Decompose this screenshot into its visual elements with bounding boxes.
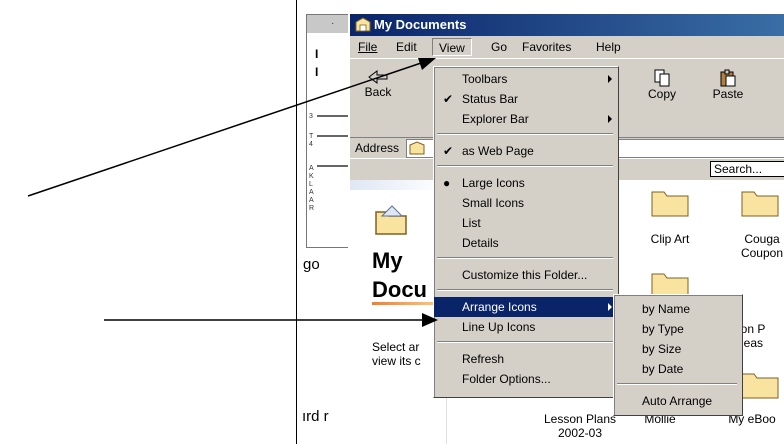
- address-label: Address: [355, 141, 400, 155]
- menu-item-label: Details: [462, 236, 499, 250]
- menu-item-label: by Size: [642, 342, 682, 356]
- menu-item-label: by Date: [642, 362, 684, 376]
- copy-button-label: Copy: [647, 87, 676, 101]
- menu-file-label: File: [358, 40, 378, 54]
- document-text-rd: ırd r: [302, 408, 329, 425]
- menu-separator: [437, 165, 613, 167]
- menu-separator: [437, 341, 613, 343]
- copy-button[interactable]: Copy: [642, 69, 682, 101]
- menu-bar: File Edit View Go Favorites Help: [350, 36, 784, 58]
- folder-label-lesson-plans[interactable]: Lesson Plans 2002-03: [540, 412, 620, 440]
- menu-edit[interactable]: Edit: [396, 40, 417, 54]
- menu-item-label: Folder Options...: [462, 372, 551, 386]
- document-text-go: go: [303, 256, 320, 273]
- submenu-arrow-icon: [608, 75, 612, 83]
- back-arrow-icon: [368, 70, 388, 84]
- menu-item-label: Status Bar: [462, 92, 519, 106]
- open-folder-icon: [375, 205, 407, 235]
- menu-separator: [437, 289, 613, 291]
- menu-favorites[interactable]: Favorites: [522, 40, 571, 54]
- menu-item-as-web-page[interactable]: ✔ as Web Page: [434, 141, 618, 161]
- menu-item-details[interactable]: Details: [434, 233, 618, 253]
- menu-item-label: as Web Page: [462, 144, 534, 158]
- menu-separator: [437, 133, 613, 135]
- search-input[interactable]: Search...: [710, 161, 784, 177]
- menu-item-toolbars[interactable]: Toolbars: [434, 69, 618, 89]
- submenu-arrow-icon: [608, 303, 612, 311]
- address-folder-icon: [409, 141, 425, 155]
- folder-icon[interactable]: [650, 188, 690, 218]
- menu-item-label: Auto Arrange: [642, 394, 713, 408]
- menu-separator: [617, 383, 737, 385]
- paste-button[interactable]: Paste: [706, 69, 750, 101]
- thumbnail-text: T 4: [309, 133, 314, 148]
- panel-title-line1: My: [372, 248, 403, 273]
- folder-icon[interactable]: [740, 188, 780, 218]
- panel-band: [350, 180, 446, 190]
- folder-label-clip-art[interactable]: Clip Art: [630, 232, 710, 246]
- check-icon: ✔: [443, 144, 454, 158]
- panel-description-line1: Select ar: [372, 340, 420, 354]
- submenu-arrow-icon: [608, 115, 612, 123]
- menu-item-status-bar[interactable]: ✔ Status Bar: [434, 89, 618, 109]
- submenu-item-by-date[interactable]: by Date: [614, 359, 742, 379]
- menu-item-label: Toolbars: [462, 72, 508, 86]
- panel-title-line2: Docu: [372, 277, 427, 302]
- menu-item-label: List: [462, 216, 481, 230]
- menu-item-arrange-icons[interactable]: Arrange Icons: [434, 297, 618, 317]
- menu-item-label: Arrange Icons: [462, 300, 537, 314]
- menu-item-label: Customize this Folder...: [462, 268, 588, 282]
- menu-item-folder-options[interactable]: Folder Options...: [434, 369, 618, 389]
- back-button[interactable]: Back: [358, 69, 398, 99]
- submenu-item-by-size[interactable]: by Size: [614, 339, 742, 359]
- menu-item-label: Large Icons: [462, 176, 525, 190]
- paste-icon: [720, 69, 736, 87]
- menu-item-customize-folder[interactable]: Customize this Folder...: [434, 265, 618, 285]
- menu-item-line-up-icons[interactable]: Line Up Icons: [434, 317, 618, 337]
- menu-item-label: by Name: [642, 302, 691, 316]
- submenu-item-by-name[interactable]: by Name: [614, 299, 742, 319]
- paste-button-label: Paste: [712, 87, 744, 101]
- check-icon: ✔: [443, 92, 454, 106]
- folder-icon[interactable]: [740, 370, 780, 400]
- menu-file[interactable]: File: [358, 40, 377, 54]
- title-bar[interactable]: My Documents: [350, 14, 784, 36]
- menu-view[interactable]: View: [432, 38, 472, 56]
- window-title: My Documents: [374, 17, 467, 32]
- my-documents-folder-icon: [355, 17, 371, 32]
- menu-item-label: Refresh: [462, 352, 505, 366]
- menu-item-label: by Type: [642, 322, 684, 336]
- menu-help[interactable]: Help: [596, 40, 621, 54]
- thumbnail-big-letter: I: [315, 47, 319, 61]
- thumbnail-text: 3: [309, 113, 313, 120]
- back-button-label: Back: [364, 85, 392, 99]
- thumbnail-big-letter: I: [315, 65, 319, 79]
- menu-item-label: Small Icons: [462, 196, 525, 210]
- radio-dot-icon: ●: [443, 176, 451, 190]
- menu-item-refresh[interactable]: Refresh: [434, 349, 618, 369]
- panel-description-line2: view its c: [372, 354, 421, 368]
- menu-go[interactable]: Go: [491, 40, 507, 54]
- submenu-item-auto-arrange[interactable]: Auto Arrange: [614, 391, 742, 411]
- menu-item-label: Line Up Icons: [462, 320, 536, 334]
- menu-item-small-icons[interactable]: Small Icons: [434, 193, 618, 213]
- menu-item-label: Explorer Bar: [462, 112, 529, 126]
- menu-item-explorer-bar[interactable]: Explorer Bar: [434, 109, 618, 129]
- folder-label-cougar[interactable]: Couga Coupon: [722, 232, 784, 260]
- view-menu: Toolbars ✔ Status Bar Explorer Bar ✔ as We…: [433, 66, 619, 398]
- thumbnail-text: A K L A A R: [309, 165, 315, 212]
- submenu-item-by-type[interactable]: by Type: [614, 319, 742, 339]
- menu-item-list[interactable]: List: [434, 213, 618, 233]
- menu-separator: [437, 257, 613, 259]
- copy-icon: [654, 69, 670, 87]
- thumbnail-dot-icon: ·: [331, 18, 335, 29]
- menu-item-large-icons[interactable]: ● Large Icons: [434, 173, 618, 193]
- arrange-icons-submenu: by Name by Type by Size by Date Auto Arr…: [613, 294, 743, 416]
